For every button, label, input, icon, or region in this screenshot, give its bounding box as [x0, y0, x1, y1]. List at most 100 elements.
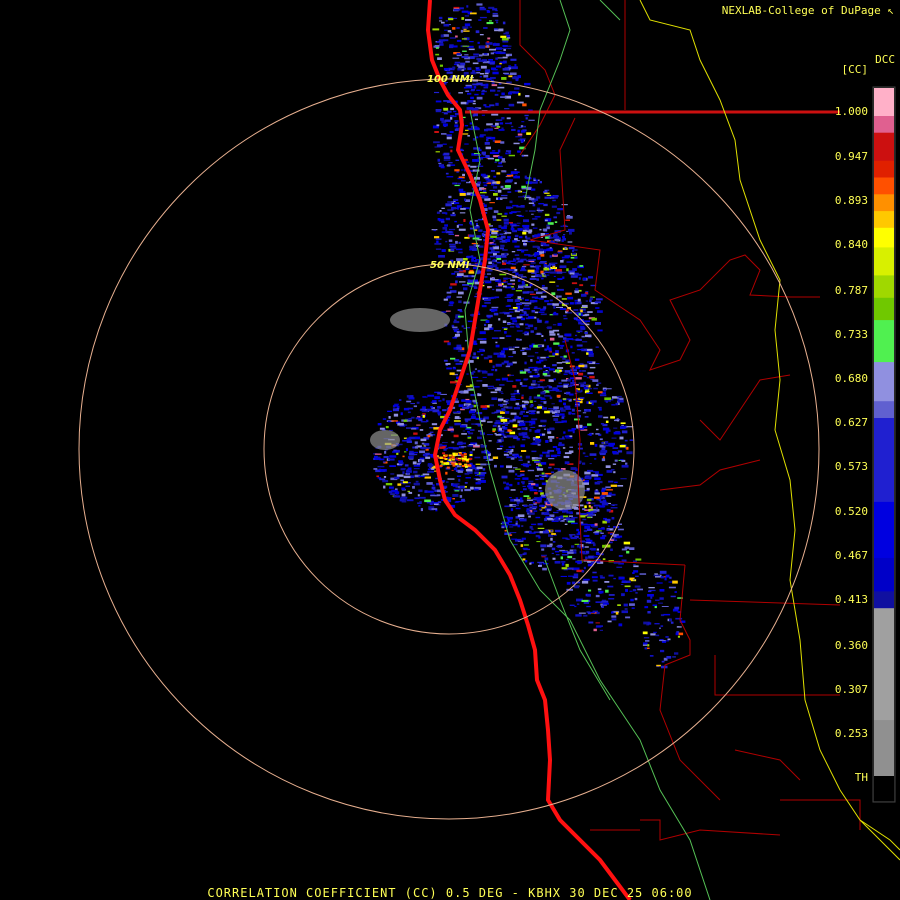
echo-gate: [650, 633, 656, 636]
echo-gate: [612, 504, 615, 506]
echo-gate: [564, 523, 568, 525]
echo-gate: [493, 42, 496, 45]
echo-gate: [468, 444, 474, 446]
echo-gate: [507, 191, 512, 193]
echo-gate: [405, 448, 408, 451]
echo-gate: [476, 357, 479, 360]
echo-gate: [534, 306, 538, 309]
echo-gate: [517, 514, 525, 517]
echo-gate: [501, 194, 508, 197]
echo-gate: [621, 610, 628, 614]
echo-gate: [562, 361, 569, 363]
echo-gate: [661, 606, 669, 607]
echo-gate: [674, 652, 679, 655]
echo-gate: [556, 516, 559, 520]
echo-gate: [499, 384, 505, 386]
echo-gate: [556, 306, 563, 308]
echo-gate: [523, 488, 527, 491]
echo-gate: [499, 241, 502, 243]
echo-gate: [457, 470, 463, 473]
echo-gate: [441, 207, 445, 209]
echo-gate: [521, 537, 526, 540]
echo-gate: [601, 489, 605, 493]
echo-gate: [568, 450, 574, 453]
echo-gate: [519, 309, 524, 312]
echo-gate: [643, 642, 648, 645]
echo-gate: [524, 254, 531, 256]
echo-gate: [605, 400, 608, 403]
echo-gate: [467, 430, 470, 433]
echo-gate: [586, 487, 590, 491]
echo-gate: [482, 174, 486, 178]
echo-gate: [444, 224, 448, 227]
echo-gate: [530, 412, 535, 415]
echo-gate: [518, 284, 522, 286]
echo-gate: [566, 338, 574, 340]
echo-gate: [601, 605, 604, 608]
echo-gate: [456, 475, 462, 477]
echo-gate: [514, 346, 520, 348]
echo-gate: [458, 315, 464, 318]
echo-gate: [494, 127, 499, 129]
echo-gate: [520, 130, 526, 133]
echo-gate: [554, 454, 561, 457]
echo-gate: [521, 525, 524, 527]
echo-gate: [489, 20, 492, 22]
echo-gate: [442, 227, 448, 230]
echo-gate: [586, 377, 589, 379]
echo-gate: [501, 350, 505, 353]
echo-gate: [476, 89, 481, 91]
echo-gate: [439, 210, 442, 212]
echo-gate: [474, 169, 477, 171]
echo-gate: [506, 314, 512, 317]
scale-swatch: [874, 160, 894, 178]
echo-gate: [599, 394, 607, 397]
echo-gate: [442, 452, 446, 455]
echo-gate: [547, 436, 555, 439]
echo-gate: [574, 418, 580, 421]
echo-gate: [542, 359, 548, 361]
echo-gate: [544, 348, 547, 351]
echo-gate: [505, 335, 512, 337]
echo-gate: [529, 532, 536, 534]
echo-gate: [552, 541, 556, 543]
header-credit[interactable]: NEXLAB-College of DuPage ↖: [722, 4, 894, 17]
echo-gate: [431, 423, 438, 426]
echo-gate: [475, 478, 481, 481]
echo-gate: [558, 399, 563, 403]
echo-gate: [518, 456, 522, 459]
echo-gate: [599, 438, 603, 441]
echo-gate: [493, 210, 499, 213]
echo-gate: [384, 450, 387, 454]
echo-gate: [387, 458, 395, 461]
echo-gate: [521, 155, 524, 157]
echo-gate: [492, 150, 496, 152]
echo-gate: [519, 138, 526, 140]
echo-gate: [405, 470, 412, 473]
echo-gate: [593, 532, 599, 534]
echo-gate: [441, 21, 445, 24]
echo-gate: [446, 176, 454, 178]
echo-gate: [589, 463, 592, 465]
echo-gate: [387, 410, 392, 412]
echo-gate: [603, 416, 609, 419]
echo-gate: [389, 455, 397, 458]
echo-gate: [529, 429, 532, 432]
echo-gate: [594, 458, 597, 460]
echo-gate: [434, 91, 440, 94]
echo-gate: [542, 407, 547, 410]
echo-gate: [562, 436, 565, 439]
echo-gate: [587, 513, 595, 516]
echo-gate: [522, 239, 528, 242]
echo-gate: [460, 29, 464, 33]
echo-gate: [457, 458, 461, 461]
echo-gate: [466, 107, 474, 110]
echo-gate: [449, 45, 454, 49]
echo-gate: [591, 317, 597, 321]
echo-gate: [435, 110, 442, 113]
echo-gate: [553, 216, 557, 219]
echo-gate: [566, 261, 573, 263]
echo-gate: [524, 302, 532, 305]
echo-gate: [497, 165, 503, 167]
echo-gate: [531, 310, 535, 313]
